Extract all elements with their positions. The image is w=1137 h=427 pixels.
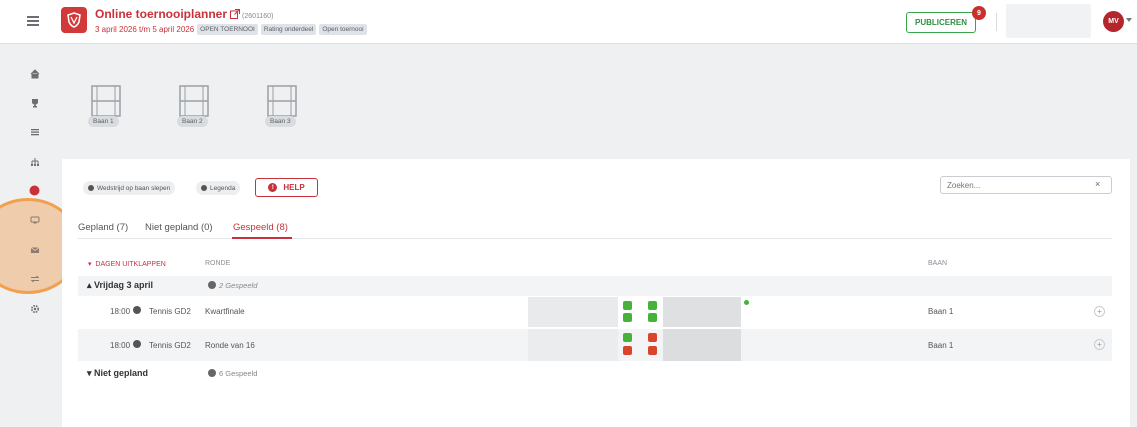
tab-gepland[interactable]: Gepland (7) bbox=[78, 222, 128, 233]
tournament-dates: 3 april 2026 t/m 5 april 2026 bbox=[95, 25, 195, 34]
external-link-icon[interactable] bbox=[230, 9, 241, 19]
hamburger-menu-icon[interactable] bbox=[27, 16, 39, 26]
publish-button[interactable]: PUBLICEREN bbox=[906, 12, 977, 33]
redacted-opponent-names bbox=[663, 297, 741, 327]
day-group-status: 6 Gespeeld bbox=[208, 369, 257, 378]
day-group-status: 2 Gespeeld bbox=[208, 281, 257, 290]
legend-label: Legenda bbox=[210, 184, 236, 192]
tournament-subline: 3 april 2026 t/m 5 april 2026 OPEN TOERN… bbox=[95, 24, 367, 35]
alert-icon: ! bbox=[268, 183, 278, 192]
active-tab-indicator bbox=[232, 237, 292, 239]
list-icon[interactable] bbox=[29, 126, 40, 137]
table-row[interactable]: 18:00 Tennis GD2 Ronde van 16 Baan 1 + bbox=[78, 329, 1112, 361]
day-group-label: ▴ Vrijdag 3 april bbox=[87, 280, 154, 290]
set-loss-icon bbox=[623, 346, 632, 355]
match-category: Tennis GD2 bbox=[149, 341, 191, 350]
info-icon[interactable] bbox=[133, 340, 144, 349]
avatar[interactable]: MV bbox=[1103, 11, 1124, 32]
tag-chip: Rating onderdeel bbox=[260, 24, 317, 35]
tab-gespeeld[interactable]: Gespeeld (8) bbox=[233, 222, 288, 233]
winner-dot-icon bbox=[744, 300, 749, 305]
app-title[interactable]: Online toernooiplanner (2601160) bbox=[95, 7, 273, 21]
search-input[interactable] bbox=[940, 176, 1112, 194]
match-round: Kwartfinale bbox=[205, 307, 245, 316]
match-time: 18:00 bbox=[110, 341, 131, 350]
close-icon[interactable]: × bbox=[1095, 179, 1100, 189]
notification-badge[interactable]: 9 bbox=[972, 6, 986, 20]
expand-days-label: DAGEN UITKLAPPEN bbox=[95, 261, 166, 268]
set-win-icon bbox=[648, 313, 657, 322]
drag-match-button[interactable]: Wedstrijd op baan slepen bbox=[83, 181, 176, 195]
match-category: Tennis GD2 bbox=[149, 307, 191, 316]
tournament-id: (2601160) bbox=[242, 13, 274, 20]
tag-chip: OPEN TOERNOOI bbox=[197, 24, 258, 35]
help-button[interactable]: ! HELP bbox=[255, 178, 318, 197]
help-label: HELP bbox=[283, 183, 305, 192]
redacted-player-names bbox=[528, 329, 618, 361]
swap-icon[interactable] bbox=[29, 273, 40, 284]
chevron-down-icon[interactable] bbox=[1126, 18, 1132, 22]
match-court: Baan 1 bbox=[928, 307, 954, 316]
played-status-icon bbox=[208, 369, 216, 377]
set-loss-icon bbox=[648, 333, 657, 342]
schedule-icon[interactable] bbox=[29, 185, 40, 196]
trophy-icon[interactable] bbox=[29, 97, 40, 108]
drag-match-label: Wedstrijd op baan slepen bbox=[97, 184, 171, 192]
set-win-icon bbox=[623, 313, 632, 322]
court-label: Baan 1 bbox=[88, 116, 119, 127]
expand-days-button[interactable]: ▾ DAGEN UITKLAPPEN bbox=[88, 260, 166, 268]
monitor-icon[interactable] bbox=[29, 214, 40, 225]
home-icon[interactable] bbox=[29, 68, 40, 79]
top-bar: Online toernooiplanner (2601160) 3 april … bbox=[0, 0, 1137, 44]
day-group-row[interactable]: ▴ Vrijdag 3 april 2 Gespeeld bbox=[78, 276, 1112, 296]
tab-niet-gepland[interactable]: Niet gepland (0) bbox=[145, 222, 213, 233]
redacted-player-names bbox=[528, 297, 618, 327]
settings-icon[interactable] bbox=[29, 303, 40, 314]
played-status-icon bbox=[208, 281, 216, 289]
app-title-text: Online toernooiplanner bbox=[95, 7, 228, 21]
drag-icon bbox=[88, 185, 94, 191]
redacted-opponent-names bbox=[663, 329, 741, 361]
set-win-icon bbox=[623, 333, 632, 342]
set-win-icon bbox=[623, 301, 632, 310]
mail-icon[interactable] bbox=[29, 244, 40, 255]
redacted-area bbox=[1006, 4, 1091, 38]
legend-button[interactable]: Legenda bbox=[196, 181, 241, 195]
tag-chip: Open toernooi bbox=[319, 24, 367, 35]
day-group-label: ▾ Niet gepland bbox=[87, 368, 149, 378]
match-round: Ronde van 16 bbox=[205, 341, 255, 350]
column-header-round: RONDE bbox=[205, 260, 231, 267]
column-header-court: BAAN bbox=[928, 260, 948, 267]
court-label: Baan 2 bbox=[177, 116, 208, 127]
bracket-icon[interactable] bbox=[29, 156, 40, 167]
day-group-row[interactable]: ▾ Niet gepland 6 Gespeeld bbox=[78, 362, 1112, 386]
match-time: 18:00 bbox=[110, 307, 131, 316]
court-label: Baan 3 bbox=[265, 116, 296, 127]
legend-icon bbox=[201, 185, 207, 191]
expand-row-icon[interactable]: + bbox=[1094, 339, 1105, 350]
table-row[interactable]: 18:00 Tennis GD2 Kwartfinale Baan 1 + bbox=[78, 297, 1112, 327]
expand-row-icon[interactable]: + bbox=[1094, 306, 1105, 317]
set-loss-icon bbox=[648, 346, 657, 355]
set-win-icon bbox=[648, 301, 657, 310]
divider bbox=[996, 13, 997, 31]
match-court: Baan 1 bbox=[928, 341, 954, 350]
app-logo-icon bbox=[61, 7, 87, 33]
info-icon[interactable] bbox=[133, 306, 144, 315]
